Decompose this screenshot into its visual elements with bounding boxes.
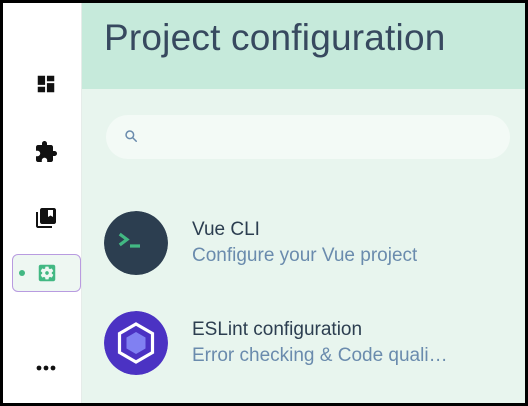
search-input[interactable] xyxy=(150,123,494,153)
settings-applications-icon xyxy=(38,264,55,282)
sidebar-item-dashboard[interactable] xyxy=(13,65,79,103)
search-icon xyxy=(125,130,138,143)
vue-cli-icon xyxy=(104,211,168,275)
config-item-title: Vue CLI xyxy=(192,219,260,240)
puzzle-icon xyxy=(36,141,57,162)
config-item-title: ESLint configuration xyxy=(192,319,363,340)
library-books-icon xyxy=(36,208,56,228)
eslint-icon xyxy=(104,311,168,375)
config-item-eslint[interactable]: ESLint configuration Error checking & Co… xyxy=(102,307,512,379)
page-header: Project configuration xyxy=(82,3,525,89)
search-box[interactable] xyxy=(106,115,510,159)
more-horizontal-icon xyxy=(36,365,56,371)
config-item-description: Error checking & Code quali… xyxy=(192,345,448,366)
page-title: Project configuration xyxy=(104,17,446,58)
dashboard-icon xyxy=(37,75,55,93)
sidebar xyxy=(3,3,82,403)
active-indicator-dot xyxy=(19,270,25,276)
sidebar-item-more[interactable] xyxy=(13,349,79,387)
sidebar-item-dependencies[interactable] xyxy=(13,199,79,237)
main-panel: Project configuration Vue CLI Configure … xyxy=(82,3,525,403)
sidebar-item-configuration[interactable] xyxy=(12,254,81,292)
sidebar-item-plugins[interactable] xyxy=(13,133,79,171)
app-frame: Project configuration Vue CLI Configure … xyxy=(3,3,525,403)
config-item-vue-cli[interactable]: Vue CLI Configure your Vue project xyxy=(102,207,512,279)
config-item-description: Configure your Vue project xyxy=(192,245,418,266)
